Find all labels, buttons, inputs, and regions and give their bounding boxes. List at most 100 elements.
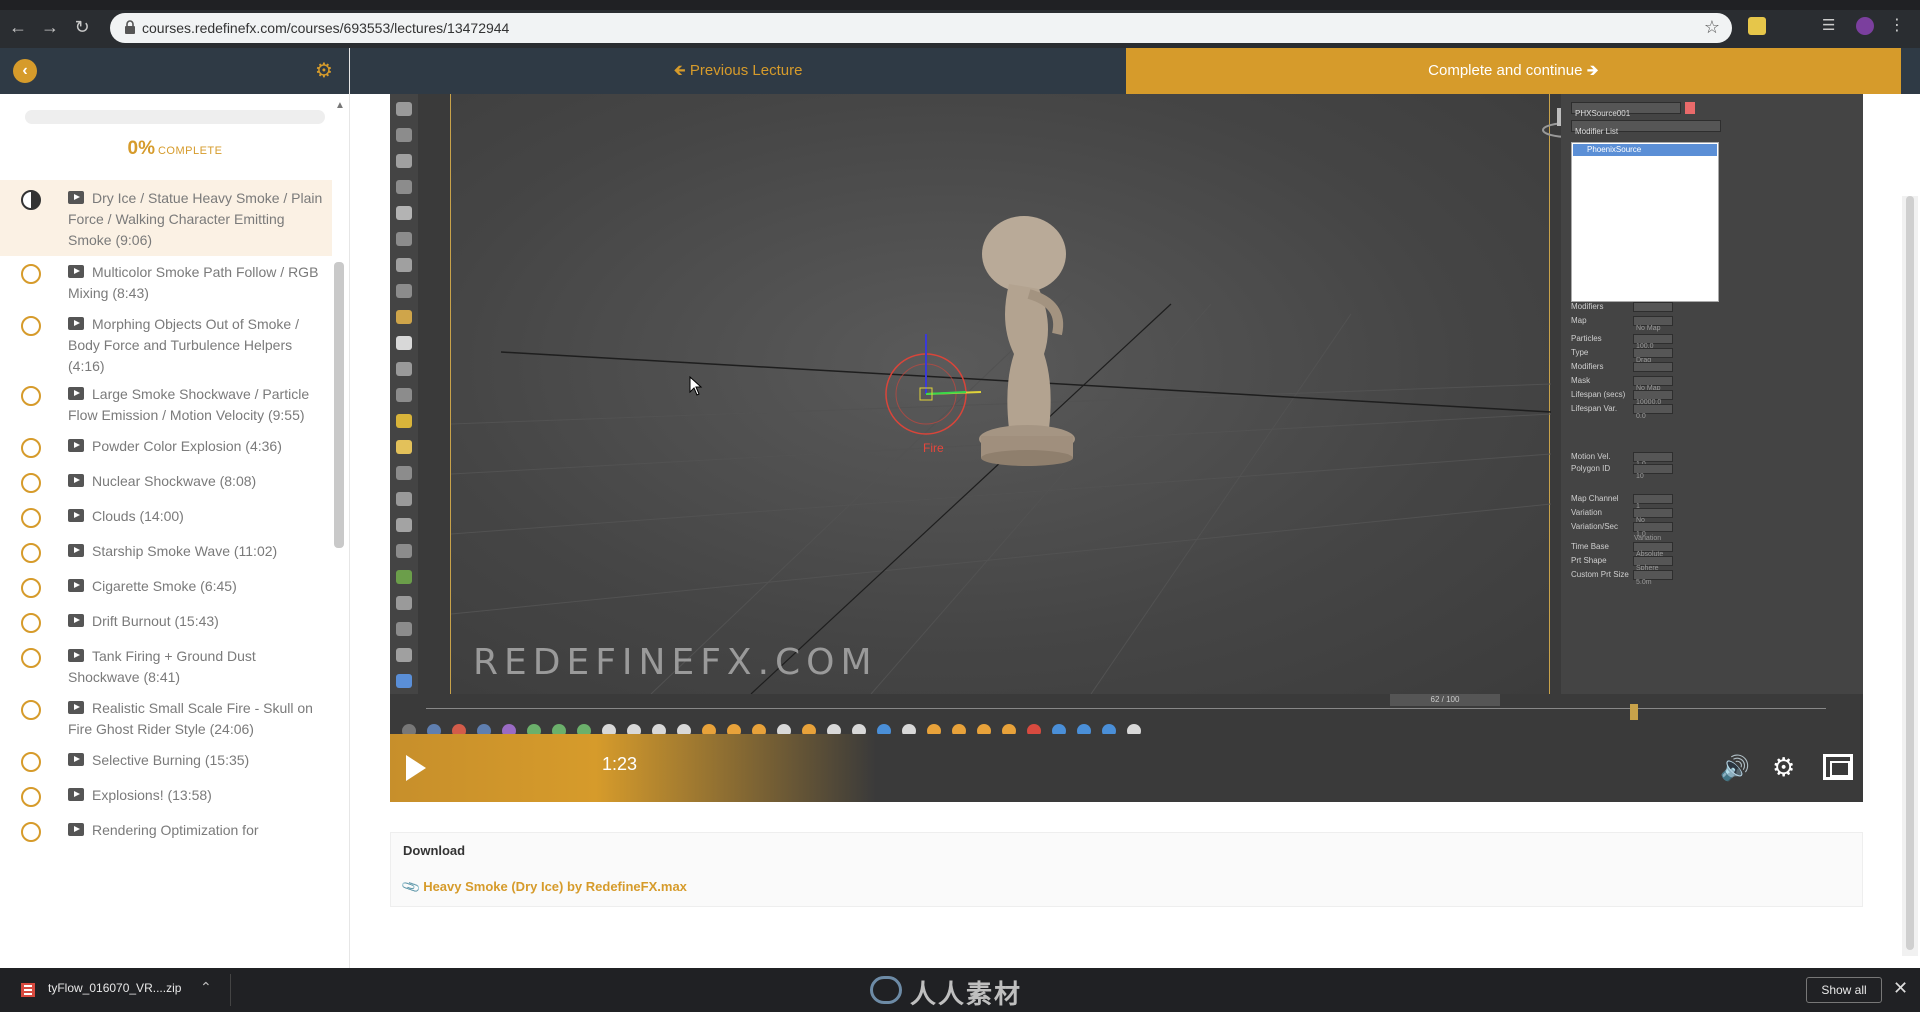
- address-bar[interactable]: courses.redefinefx.com/courses/693553/le…: [110, 13, 1732, 43]
- parameter-label: Variation: [1571, 508, 1602, 517]
- lecture-status-icon: [21, 508, 41, 528]
- lecture-item[interactable]: Dry Ice / Statue Heavy Smoke / Plain For…: [0, 180, 332, 256]
- browser-toolbar: ← → ↻ courses.redefinefx.com/courses/693…: [0, 0, 1920, 48]
- bookmark-star-icon[interactable]: ☆: [1704, 17, 1720, 38]
- video-icon: [68, 265, 84, 278]
- lecture-item[interactable]: Realistic Small Scale Fire - Skull on Fi…: [0, 692, 332, 744]
- lecture-title-text: Multicolor Smoke Path Follow / RGB Mixin…: [68, 264, 319, 301]
- browser-back-icon[interactable]: ←: [8, 17, 28, 37]
- parameter-field: No Map: [1633, 316, 1673, 332]
- chevron-up-icon[interactable]: ⌃: [200, 979, 212, 996]
- timeline: 62 / 100: [390, 694, 1863, 738]
- url-text: courses.redefinefx.com/courses/693553/le…: [142, 20, 510, 36]
- lecture-item[interactable]: Drift Burnout (15:43): [0, 605, 332, 640]
- show-all-button[interactable]: Show all: [1806, 977, 1882, 1003]
- lecture-item[interactable]: Starship Smoke Wave (11:02): [0, 535, 332, 570]
- object-name: PHXSource001: [1575, 109, 1631, 118]
- media-control-icon[interactable]: ☰: [1822, 17, 1840, 35]
- video-icon: [68, 788, 84, 801]
- lecture-item[interactable]: Clouds (14:00): [0, 500, 332, 535]
- parameter-label: Map: [1571, 316, 1587, 325]
- frame-indicator: 62 / 100: [1390, 694, 1500, 706]
- arrow-left-icon: 🡸: [673, 62, 690, 79]
- video-icon: [68, 649, 84, 662]
- close-icon[interactable]: ✕: [1893, 978, 1908, 999]
- video-icon: [68, 823, 84, 836]
- back-to-course-icon[interactable]: ‹: [13, 59, 37, 83]
- lecture-item[interactable]: Large Smoke Shockwave / Particle Flow Em…: [0, 378, 332, 430]
- phoenix-source-gizmo: [885, 334, 982, 435]
- max-tool-icon: [396, 518, 412, 532]
- lecture-status-icon: [21, 438, 41, 458]
- video-icon: [68, 191, 84, 204]
- parameter-label: Custom Prt Size: [1571, 570, 1629, 579]
- complete-and-continue-button[interactable]: Complete and continue 🡺: [1126, 48, 1901, 94]
- progress-word: COMPLETE: [157, 145, 223, 157]
- max-tool-icon: [396, 596, 412, 610]
- lecture-item[interactable]: Multicolor Smoke Path Follow / RGB Mixin…: [0, 256, 332, 308]
- parameter-value: 1.0: [1636, 531, 1646, 538]
- modifier-list-dropdown: Modifier List: [1571, 120, 1721, 136]
- download-file-link[interactable]: 📎 Heavy Smoke (Dry Ice) by RedefineFX.max: [400, 876, 687, 897]
- nav-edge: [1901, 48, 1920, 94]
- statue-model: [979, 216, 1075, 466]
- max-tool-icon: [396, 258, 412, 272]
- previous-lecture-button[interactable]: 🡸 Previous Lecture: [350, 48, 1126, 94]
- video-icon: [68, 579, 84, 592]
- video-player[interactable]: Fire REDEFINEFX.COM PHXSource001 Modifie…: [390, 94, 1863, 802]
- lecture-title: Drift Burnout (15:43): [68, 611, 328, 632]
- lecture-status-icon: [21, 752, 41, 772]
- lecture-title-text: Explosions! (13:58): [92, 787, 212, 803]
- lecture-item[interactable]: Nuclear Shockwave (8:08): [0, 465, 332, 500]
- scroll-up-arrow-icon[interactable]: ▲: [335, 100, 345, 111]
- lecture-item[interactable]: Morphing Objects Out of Smoke / Body For…: [0, 308, 332, 378]
- lecture-item[interactable]: Selective Burning (15:35): [0, 744, 332, 779]
- sidebar-scrollbar[interactable]: [334, 262, 344, 548]
- lecture-item[interactable]: Tank Firing + Ground Dust Shockwave (8:4…: [0, 640, 332, 692]
- video-settings-gear-icon[interactable]: ⚙: [1772, 752, 1800, 782]
- selected-modifier: PhoenixSource: [1573, 144, 1717, 156]
- mouse-cursor-icon: [689, 376, 703, 396]
- parameter-field: [1633, 362, 1673, 372]
- lecture-item[interactable]: Rendering Optimization for: [0, 814, 332, 849]
- lecture-title-text: Dry Ice / Statue Heavy Smoke / Plain For…: [68, 190, 323, 248]
- play-icon[interactable]: [404, 754, 428, 782]
- lecture-title: Clouds (14:00): [68, 506, 328, 527]
- parameter-field: [1633, 302, 1673, 312]
- lecture-item[interactable]: Cigarette Smoke (6:45): [0, 570, 332, 605]
- lecture-status-icon: [21, 386, 41, 406]
- download-item-name[interactable]: tyFlow_016070_VR....zip: [48, 981, 181, 995]
- parameter-label: Map Channel: [1571, 494, 1619, 503]
- viewport-watermark: REDEFINEFX.COM: [473, 642, 878, 683]
- sidebar-header: ‹ ⚙: [0, 48, 349, 94]
- max-tool-icon: [396, 414, 412, 428]
- video-icon: [68, 387, 84, 400]
- lecture-navigation-bar: 🡸 Previous Lecture Complete and continue…: [350, 48, 1920, 94]
- profile-avatar[interactable]: [1856, 17, 1874, 35]
- fullscreen-icon[interactable]: [1823, 754, 1853, 780]
- lecture-title-text: Clouds (14:00): [92, 508, 184, 524]
- volume-icon[interactable]: 🔊: [1720, 754, 1750, 782]
- 3dsmax-left-toolbar: [390, 94, 418, 734]
- browser-forward-icon[interactable]: →: [40, 17, 60, 37]
- settings-gear-icon[interactable]: ⚙: [313, 60, 335, 82]
- max-tool-icon: [396, 388, 412, 402]
- lecture-status-icon: [21, 700, 41, 720]
- page-scrollbar-thumb[interactable]: [1906, 196, 1914, 950]
- lecture-item[interactable]: Explosions! (13:58): [0, 779, 332, 814]
- object-color-swatch: [1685, 102, 1695, 114]
- page-scrollbar[interactable]: [1902, 196, 1918, 956]
- progress-label: 0% COMPLETE: [0, 138, 349, 160]
- lecture-title: Tank Firing + Ground Dust Shockwave (8:4…: [68, 646, 328, 688]
- extension-icon[interactable]: [1748, 17, 1766, 35]
- lecture-title: Nuclear Shockwave (8:08): [68, 471, 328, 492]
- browser-reload-icon[interactable]: ↻: [72, 17, 92, 37]
- browser-menu-icon[interactable]: ⋮: [1888, 17, 1906, 35]
- video-icon: [68, 544, 84, 557]
- lecture-status-icon: [21, 613, 41, 633]
- video-icon: [68, 753, 84, 766]
- lecture-status-icon: [21, 543, 41, 563]
- parameter-value: 5.0m: [1636, 579, 1652, 586]
- parameter-field: No Variation: [1633, 508, 1673, 542]
- lecture-item[interactable]: Powder Color Explosion (4:36): [0, 430, 332, 465]
